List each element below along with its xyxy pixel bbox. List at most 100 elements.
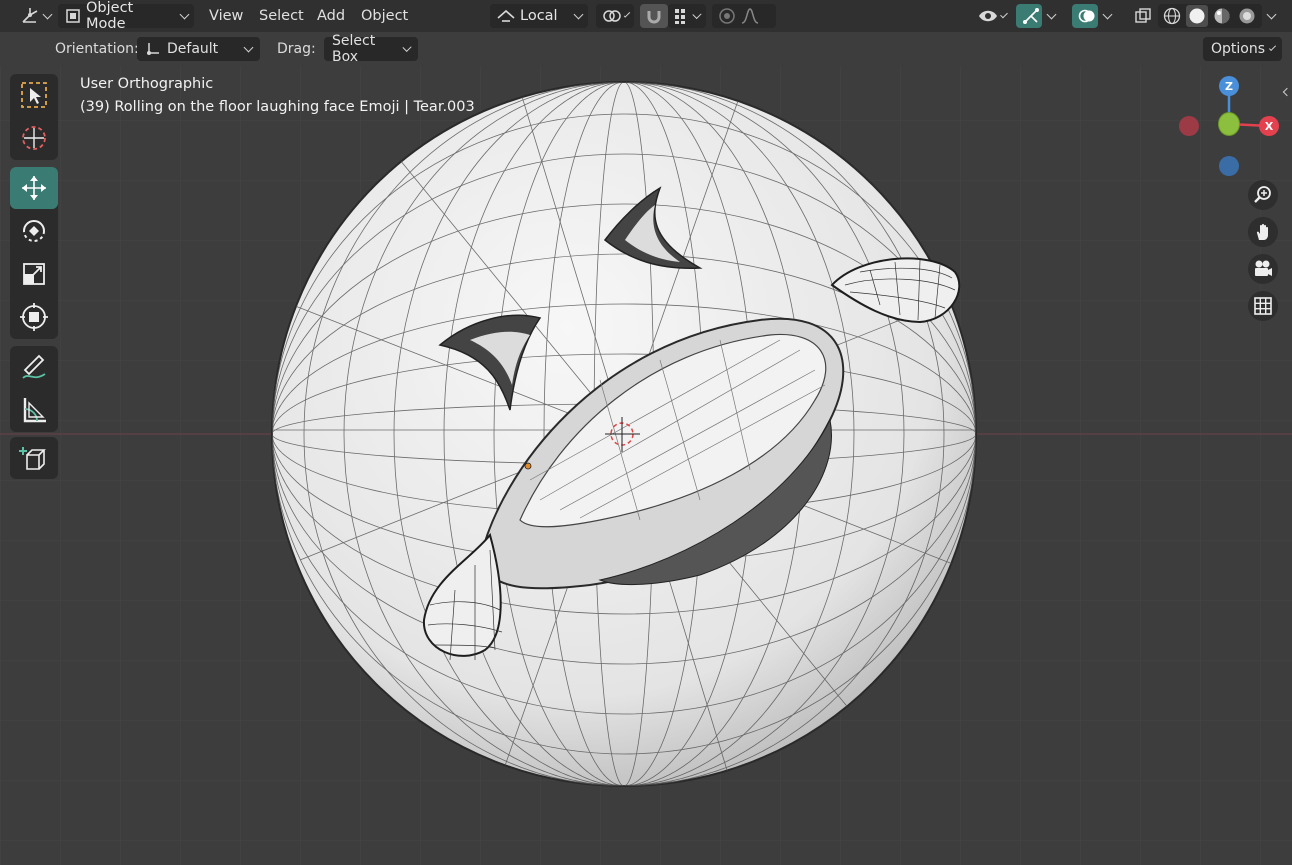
transform-icon <box>19 302 49 332</box>
chevron-down-icon <box>623 10 631 18</box>
grid-snap-icon <box>674 8 690 24</box>
chevron-down-icon <box>243 42 254 52</box>
editor-type-button[interactable] <box>14 4 57 28</box>
chevron-down-icon <box>1000 10 1008 18</box>
zoom-icon <box>1253 185 1273 205</box>
zoom-button[interactable] <box>1248 180 1278 210</box>
object-origin <box>524 462 532 470</box>
measure-icon <box>19 395 49 425</box>
menu-select[interactable]: Select <box>259 6 304 26</box>
chevron-down-icon <box>1266 9 1277 19</box>
overlay-dropdown[interactable] <box>1098 4 1120 28</box>
chevron-down-icon <box>179 9 190 19</box>
tool-scale[interactable] <box>10 253 58 295</box>
chevron-down-icon <box>1102 9 1113 19</box>
chevron-left-icon <box>1282 87 1291 97</box>
gizmo-z-axis[interactable]: Z <box>1219 76 1239 96</box>
object-mode-icon <box>64 7 82 25</box>
falloff-curve-icon <box>740 7 760 25</box>
snap-toggle[interactable] <box>640 4 668 28</box>
view-name: User Orthographic <box>80 76 214 92</box>
tool-select-box[interactable] <box>10 74 58 116</box>
navigation-gizmo[interactable]: Z X <box>1170 70 1290 180</box>
3d-viewport[interactable]: User Orthographic (39) Rolling on the fl… <box>0 66 1292 865</box>
grid-icon <box>1253 296 1273 316</box>
gizmo-y-axis[interactable] <box>1218 112 1240 136</box>
perspective-toggle-button[interactable] <box>1248 291 1278 321</box>
tool-move[interactable] <box>10 167 58 209</box>
transform-orientation-dropdown[interactable]: Local <box>490 4 588 28</box>
menu-view[interactable]: View <box>209 6 243 26</box>
drag-value: Select Box <box>332 33 376 65</box>
drag-label: Drag: <box>277 41 316 57</box>
gizmo-neg-z-axis[interactable] <box>1219 156 1239 176</box>
orientation-label: Orientation: <box>55 41 139 57</box>
shading-mode-group <box>1158 4 1262 28</box>
proportional-edit-group[interactable] <box>712 4 776 28</box>
camera-icon <box>1252 259 1274 279</box>
options-label: Options <box>1211 41 1266 57</box>
menu-object[interactable]: Object <box>361 6 408 26</box>
annotate-icon <box>19 352 49 382</box>
viewport-canvas <box>0 66 1292 865</box>
rendered-icon[interactable] <box>1236 5 1258 27</box>
orientation-dropdown[interactable]: Default <box>137 37 260 61</box>
gizmo-neg-x-axis[interactable] <box>1179 116 1199 136</box>
wireframe-icon[interactable] <box>1161 5 1183 27</box>
object-info: (39) Rolling on the floor laughing face … <box>80 99 475 115</box>
rotate-icon <box>19 216 49 246</box>
cursor-icon <box>19 123 49 153</box>
chevron-down-icon <box>1268 43 1277 51</box>
toolbar-select-group <box>10 74 58 160</box>
gizmo-toggle[interactable] <box>1016 4 1042 28</box>
shading-dropdown[interactable] <box>1262 4 1284 28</box>
eye-icon <box>978 9 998 23</box>
move-icon <box>19 173 49 203</box>
tool-add-cube[interactable] <box>10 437 58 479</box>
gizmo-x-axis[interactable]: X <box>1259 116 1279 136</box>
toolbar-add-group <box>10 437 58 479</box>
orientation-value: Default <box>167 41 219 57</box>
scale-icon <box>19 259 49 289</box>
select-box-icon <box>19 80 49 110</box>
orientation-axes-icon <box>145 41 161 57</box>
solid-icon[interactable] <box>1186 5 1208 27</box>
tool-annotate[interactable] <box>10 346 58 388</box>
tool-transform[interactable] <box>10 296 58 338</box>
chevron-down-icon <box>1046 9 1057 19</box>
sidebar-toggle[interactable] <box>1281 82 1292 102</box>
drag-dropdown[interactable]: Select Box <box>324 33 418 65</box>
xray-toggle[interactable] <box>1128 4 1154 28</box>
pivot-point-dropdown[interactable] <box>596 4 634 28</box>
snap-target-dropdown[interactable] <box>668 4 706 28</box>
viewport-header: Object Mode View Select Add Object Local <box>0 0 1292 32</box>
axes-icon <box>20 7 40 25</box>
visibility-dropdown[interactable] <box>972 4 1012 28</box>
add-cube-icon <box>19 443 49 473</box>
xray-icon <box>1134 7 1152 25</box>
overlay-toggle[interactable] <box>1072 4 1098 28</box>
tool-settings-bar: Orientation: Default Drag: Select Box Op… <box>0 32 1292 66</box>
orientation-icon <box>496 8 516 24</box>
chevron-down-icon <box>692 9 702 19</box>
overlay-icon <box>1078 7 1096 25</box>
magnet-icon <box>646 8 662 24</box>
proportional-edit-icon <box>718 7 736 25</box>
tool-cursor[interactable] <box>10 117 58 159</box>
camera-view-button[interactable] <box>1248 254 1278 284</box>
toolbar-annotate-group <box>10 346 58 432</box>
menu-add[interactable]: Add <box>317 6 345 26</box>
mode-label: Object Mode <box>86 0 134 32</box>
gizmo-dropdown[interactable] <box>1042 4 1064 28</box>
pivot-icon <box>602 7 622 25</box>
gizmo-icon <box>1022 7 1040 25</box>
options-dropdown[interactable]: Options <box>1203 37 1282 61</box>
material-icon[interactable] <box>1211 5 1233 27</box>
pan-button[interactable] <box>1248 217 1278 247</box>
mode-dropdown[interactable]: Object Mode <box>58 0 194 32</box>
tool-rotate[interactable] <box>10 210 58 252</box>
chevron-down-icon <box>402 42 412 52</box>
chevron-down-icon <box>573 9 584 19</box>
orientation-label: Local <box>520 8 558 24</box>
tool-measure[interactable] <box>10 389 58 431</box>
